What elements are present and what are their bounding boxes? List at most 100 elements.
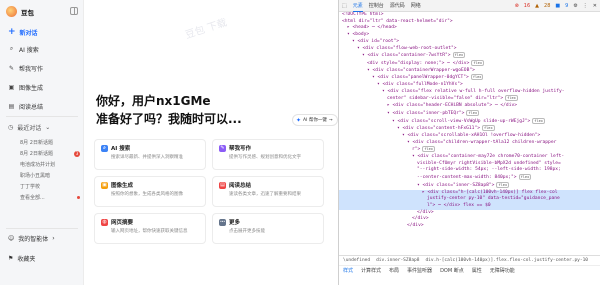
- dom-node-line[interactable]: </div>: [339, 223, 600, 230]
- sidebar-item-ai-search[interactable]: ⌕ AI 搜索: [4, 43, 80, 55]
- image-icon: ▣: [101, 181, 108, 189]
- dom-node-line[interactable]: ▾ <div class="panelWrapper-0dgYCT"> flex: [339, 74, 600, 82]
- dom-node-text: l"> ⋯ </div> flex == $0: [427, 202, 491, 208]
- dom-node-line[interactable]: ▸ <head> ⋯ </head>: [339, 25, 600, 32]
- tab-network[interactable]: 网络: [411, 2, 421, 9]
- list-item[interactable]: 职场小丑黑暗: [20, 170, 80, 181]
- dom-node-line[interactable]: ▾ <div class="inner-pbTEQr"> flex: [339, 109, 600, 118]
- app-sidebar: 豆包 + 新对话 ⌕ AI 搜索 ✎ 帮我写作 ▣ 图像生成 ▤ 阅读总结 ◷ …: [0, 0, 84, 285]
- new-chat-button[interactable]: + 新对话: [4, 26, 80, 39]
- dom-node-text: ▸ <head> ⋯ </head>: [347, 25, 397, 31]
- dom-node-line[interactable]: r"> flex: [339, 146, 600, 154]
- dom-node-line[interactable]: justify-center py-10" data-testid="guida…: [339, 196, 600, 203]
- card-title: 网页摘要: [111, 220, 134, 226]
- dom-node-line[interactable]: ▸ <div class="header-ECHiBN absolute"> ⋯…: [339, 103, 600, 110]
- dom-node-line[interactable]: <!DOCTYPE html>: [339, 12, 600, 19]
- skill-card-ai-search[interactable]: ⌕ AI 搜索 搜索详尽最新、并提供深入洞察精准: [94, 139, 206, 170]
- tab-layout[interactable]: 布局: [389, 267, 399, 274]
- doubao-logo-icon: [6, 6, 17, 17]
- dom-node-line[interactable]: ▾ <div class="container-7wsYtR"> flex: [339, 52, 600, 60]
- dom-node-text: center" sidebar-visible="false" dir="ltr…: [387, 96, 504, 102]
- tab-elements[interactable]: 元素: [352, 0, 363, 12]
- dom-node-line[interactable]: ▾ <div class="fullMode-n1YhVs">: [339, 82, 600, 89]
- dom-node-line[interactable]: ▾ <div class="children-wrapper-tAla12 ch…: [339, 140, 600, 147]
- flex-badge[interactable]: flex: [481, 125, 495, 132]
- breadcrumb-item[interactable]: \undefined: [343, 258, 370, 263]
- skill-card-reading[interactable]: ▤ 阅读总结 速读各类文章，迅速了解重要和结果: [212, 176, 324, 207]
- error-count: 16: [523, 2, 531, 9]
- flex-badge[interactable]: flex: [470, 74, 484, 81]
- dom-node-text: justify-center py-10" data-testid="guida…: [427, 196, 560, 202]
- list-item[interactable]: 8月 2日新话题: [20, 137, 80, 148]
- dom-node-text: visible-CfUmyr rightVisible-bMpX2d undef…: [417, 160, 561, 166]
- breadcrumb-item[interactable]: div.inner-SZ8ap8: [376, 258, 419, 263]
- tab-computed[interactable]: 计算样式: [361, 267, 381, 274]
- skill-card-writing[interactable]: ✎ 帮我写作 提供写作灵感、规划创意和优化文字: [212, 139, 324, 170]
- dom-node-line[interactable]: ▾ <div class="container-may72e chrome70-…: [339, 154, 600, 161]
- sidebar-item-reading[interactable]: ▤ 阅读总结: [4, 100, 80, 112]
- flex-badge[interactable]: flex: [518, 174, 532, 181]
- tab-console[interactable]: 控制台: [369, 2, 384, 9]
- sidebar-item-image-gen[interactable]: ▣ 图像生成: [4, 81, 80, 93]
- list-item[interactable]: 电池成功并计划: [20, 159, 80, 170]
- close-icon[interactable]: ✕: [593, 3, 597, 9]
- flex-badge[interactable]: flex: [471, 59, 484, 66]
- dom-tree[interactable]: <!DOCTYPE html> <html dir="ltr" data-reac…: [339, 12, 600, 255]
- dom-node-line[interactable]: </div>: [339, 210, 600, 217]
- dom-node-line[interactable]: ▾ <div class="inner-SZ8ap8"> flex: [339, 181, 600, 190]
- tab-event-listeners[interactable]: 事件监听器: [407, 267, 432, 274]
- tab-sources[interactable]: 源代码: [390, 2, 405, 9]
- dom-node-line[interactable]: "--right-side-width: 54px; --left-side-w…: [339, 167, 600, 174]
- tab-properties[interactable]: 属性: [472, 267, 482, 274]
- sidebar-item-writing[interactable]: ✎ 帮我写作: [4, 62, 80, 74]
- collapse-sidebar-icon[interactable]: [70, 7, 78, 15]
- dom-node-text: <!DOCTYPE html>: [342, 12, 384, 17]
- favorites-button[interactable]: ⚑ 收藏夹: [8, 254, 35, 263]
- gear-icon[interactable]: ⚙: [573, 3, 577, 9]
- dom-node-line[interactable]: </div>: [339, 216, 600, 223]
- flex-badge[interactable]: flex: [532, 117, 545, 124]
- tab-dom-breakpoints[interactable]: DOM 断点: [440, 267, 464, 274]
- my-agents-button[interactable]: ☺ 我的智能体 ›: [8, 234, 55, 243]
- dom-node-line[interactable]: l"> ⋯ </div> flex == $0: [339, 202, 600, 210]
- breadcrumb-item[interactable]: div.h-[calc(100vh-140px)].flex.flex-col.…: [425, 258, 588, 263]
- flex-badge[interactable]: flex: [505, 95, 518, 102]
- dom-node-line[interactable]: ▾ <div class="flow-web-root-outlet">: [339, 46, 600, 53]
- dom-node-line[interactable]: ▾ <div class="scroll-view-VsWgUp slide-u…: [339, 117, 600, 126]
- dom-node-line[interactable]: ▾ <body>: [339, 32, 600, 39]
- dom-node-line[interactable]: <div style="display: none;"> ⋯ </div> fle…: [339, 59, 600, 68]
- tab-styles[interactable]: 样式: [343, 267, 353, 274]
- flex-badge[interactable]: flex: [422, 146, 435, 153]
- dom-node-line[interactable]: ▾ <div class="containerWrapper-wgoEOB">: [339, 68, 600, 75]
- dom-node-line[interactable]: ▾ <div class="scrollable-xAH1Ol !overflo…: [339, 133, 600, 140]
- dom-node-line[interactable]: ▾ <div id="root">: [339, 39, 600, 46]
- more-vert-icon[interactable]: ⋮: [583, 3, 588, 9]
- dom-node-line[interactable]: --center-content-max-width: 840px;"> flex: [339, 174, 600, 182]
- skill-card-image-gen[interactable]: ▣ 图像生成 按照你的想象，生成各类风格的图像: [94, 176, 206, 207]
- brand[interactable]: 豆包: [6, 6, 34, 17]
- issue-counters[interactable]: ⊗ 16 ▲ 28 ■ 9 ⚙ ⋮ ✕: [515, 3, 600, 9]
- view-all-link[interactable]: 查看全部...: [20, 192, 80, 203]
- warning-icon: ▲: [535, 2, 540, 9]
- styles-tabs: 样式 计算样式 布局 事件监听器 DOM 断点 属性 无障碍功能: [339, 265, 600, 275]
- flex-badge[interactable]: flex: [496, 181, 510, 188]
- dom-node-line[interactable]: ▾ <div class="flex relative w-full h-ful…: [339, 89, 600, 96]
- tab-accessibility[interactable]: 无障碍功能: [490, 267, 515, 274]
- flex-badge[interactable]: flex: [452, 52, 466, 59]
- skill-card-more[interactable]: ⋯ 更多 点击展开更多技能: [212, 213, 324, 244]
- list-item[interactable]: 8月 2日新话题 3: [20, 148, 80, 159]
- flex-badge[interactable]: flex: [466, 109, 480, 116]
- dom-node-text: ▾ <div class="panelWrapper-0dgYCT">: [372, 75, 469, 81]
- dom-node-line[interactable]: center" sidebar-visible="false" dir="ltr…: [339, 95, 600, 103]
- recent-chats-header[interactable]: ◷ 最近对话 ⌄: [8, 123, 50, 132]
- list-item[interactable]: 丁丁学校: [20, 181, 80, 192]
- sidebar-item-label: AI 搜索: [19, 46, 39, 54]
- inspect-icon[interactable]: ⬚: [342, 3, 347, 9]
- skill-card-web-summary[interactable]: ◍ 网页摘要 输入网页地址，帮你快速获取关键信息: [94, 213, 206, 244]
- bot-icon: ☺: [8, 235, 15, 242]
- ai-search-pill-button[interactable]: ✦ AI 帮你一键 →: [292, 114, 338, 126]
- pen-icon: ✎: [219, 144, 226, 152]
- card-description: 按照你的想象，生成各类风格的图像: [111, 192, 183, 197]
- watermark: 豆包 下载: [183, 17, 229, 42]
- dom-node-line[interactable]: ▾ <div class="content-hFxG11"> flex: [339, 125, 600, 133]
